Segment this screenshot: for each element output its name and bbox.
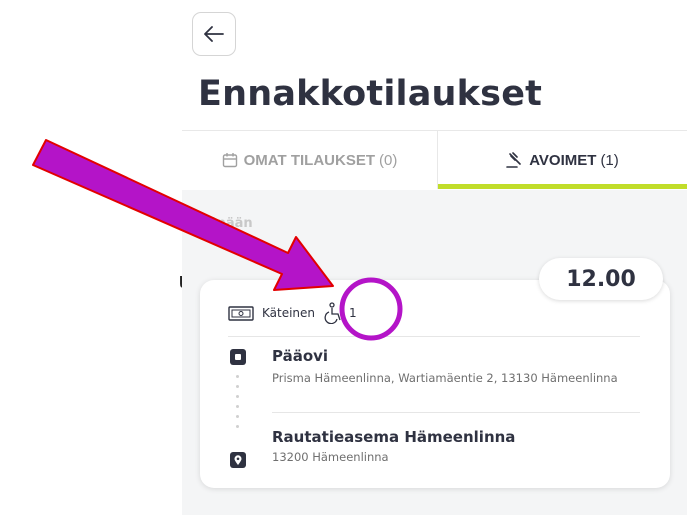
gavel-icon <box>506 152 522 168</box>
dropoff-pin-icon <box>230 452 246 468</box>
section-label-today: Tänään <box>200 216 253 231</box>
page-title: Ennakkotilaukset <box>198 74 543 114</box>
pickup-name: Pääovi <box>272 347 329 365</box>
cash-icon <box>228 305 254 321</box>
route-line <box>236 375 239 435</box>
wheelchair-icon <box>324 302 341 324</box>
payment-row: Käteinen 1 <box>228 302 357 324</box>
price-badge: 12.00 <box>539 258 663 300</box>
payment-method: Käteinen <box>262 306 316 320</box>
wheelchair-count: 1 <box>349 306 357 320</box>
back-button[interactable] <box>192 12 236 56</box>
calendar-icon <box>222 153 237 168</box>
dropoff-name: Rautatieasema Hämeenlinna <box>272 428 516 446</box>
pickup-icon <box>230 349 246 365</box>
tab-open-orders-count: (1) <box>600 151 619 169</box>
tab-open-orders-label: AVOIMET <box>529 151 597 169</box>
tab-own-orders[interactable]: OMAT TILAUKSET (0) <box>182 131 438 189</box>
stop-divider <box>272 412 640 413</box>
card-divider <box>228 336 640 337</box>
order-card[interactable]: Käteinen 1 Pääovi Prisma Hämeenlinna, Wa… <box>200 280 670 488</box>
tab-bar: OMAT TILAUKSET (0) AVOIMET (1) <box>182 130 687 191</box>
app-screen: Ennakkotilaukset OMAT TILAUKSET (0) AVOI… <box>182 0 687 515</box>
tab-own-orders-label: OMAT TILAUKSET <box>243 151 376 169</box>
pickup-address: Prisma Hämeenlinna, Wartiamäentie 2, 131… <box>272 371 618 385</box>
arrow-left-icon <box>204 26 224 42</box>
tab-open-orders[interactable]: AVOIMET (1) <box>438 131 687 189</box>
dropoff-address: 13200 Hämeenlinna <box>272 450 389 464</box>
tab-own-orders-count: (0) <box>379 151 398 169</box>
active-tab-indicator <box>438 184 687 189</box>
